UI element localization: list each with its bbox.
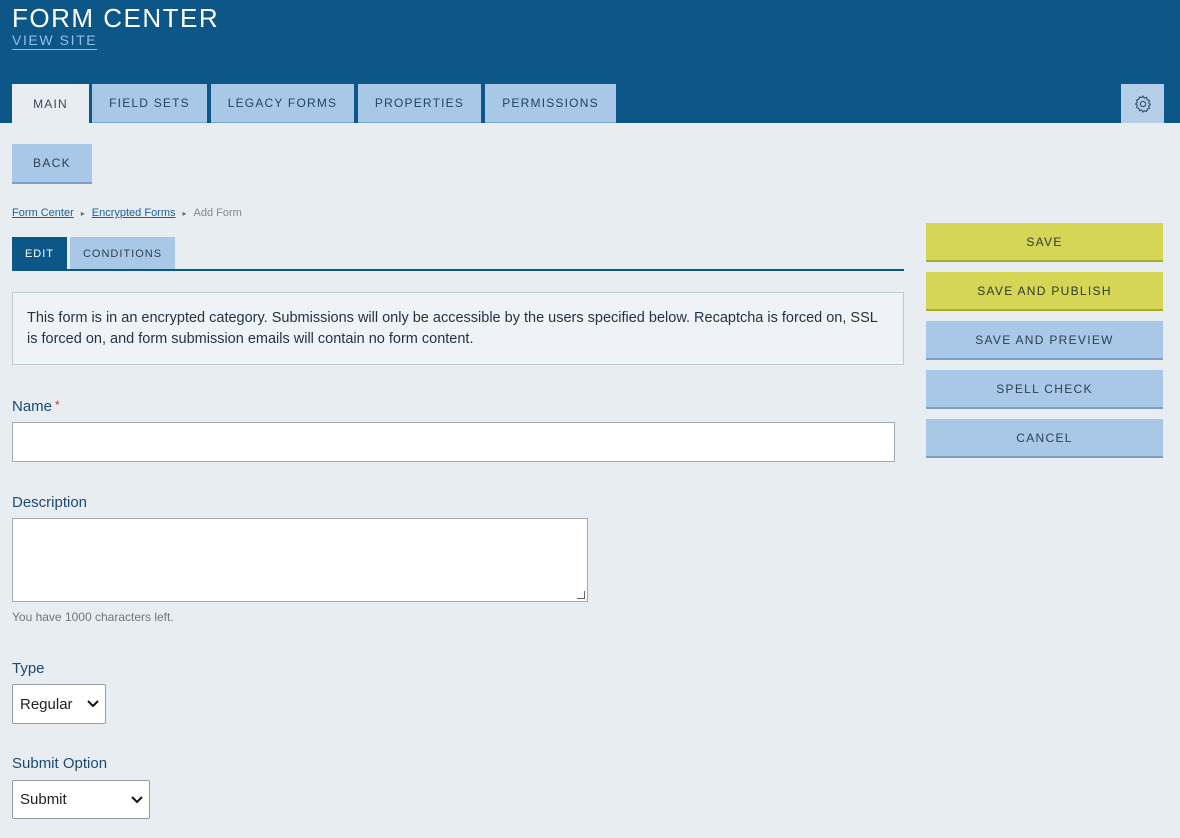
breadcrumb-separator: ▸ [80,209,85,218]
gear-icon [1134,94,1151,113]
tab-main[interactable]: MAIN [12,84,89,123]
name-input[interactable] [12,422,895,462]
tab-conditions[interactable]: CONDITIONS [70,237,175,270]
view-site-link[interactable]: VIEW SITE [12,32,98,50]
required-marker: * [55,398,60,412]
type-select-value: Regular [20,695,73,713]
submit-option-value: Submit [20,791,67,808]
type-select[interactable]: Regular [12,684,106,724]
breadcrumb-encrypted-forms[interactable]: Encrypted Forms [92,207,176,219]
app-header: FORM CENTER VIEW SITE MAIN FIELD SETS LE… [0,0,1180,123]
save-and-publish-button[interactable]: SAVE AND PUBLISH [926,272,1163,311]
description-textarea[interactable] [12,518,588,602]
back-button[interactable]: BACK [12,144,92,184]
chevron-down-icon [87,700,99,708]
breadcrumb-separator: ▸ [182,209,187,218]
tab-divider [12,269,904,271]
save-and-preview-button[interactable]: SAVE AND PREVIEW [926,321,1163,360]
breadcrumb-form-center[interactable]: Form Center [12,207,74,219]
tab-properties[interactable]: PROPERTIES [358,84,481,123]
tab-legacy-forms[interactable]: LEGACY FORMS [211,84,354,123]
tab-field-sets[interactable]: FIELD SETS [92,84,207,123]
app-title: FORM CENTER [12,3,220,33]
encryption-notice: This form is in an encrypted category. S… [12,292,904,365]
name-label: Name * [12,398,60,415]
submit-option-select[interactable]: Submit [12,780,150,819]
spell-check-button[interactable]: SPELL CHECK [926,370,1163,409]
save-button[interactable]: SAVE [926,223,1163,262]
tab-edit[interactable]: EDIT [12,237,67,270]
tab-permissions[interactable]: PERMISSIONS [485,84,616,123]
character-count: You have 1000 characters left. [12,610,174,624]
type-label: Type [12,660,45,677]
breadcrumb: Form Center ▸ Encrypted Forms ▸ Add Form [12,207,242,219]
submit-option-label: Submit Option [12,755,108,772]
chevron-down-icon [131,795,143,803]
name-label-text: Name [12,398,53,415]
settings-button[interactable] [1121,84,1164,123]
breadcrumb-current: Add Form [193,207,242,219]
description-label: Description [12,494,88,511]
cancel-button[interactable]: CANCEL [926,419,1163,458]
resize-handle[interactable] [577,591,585,599]
